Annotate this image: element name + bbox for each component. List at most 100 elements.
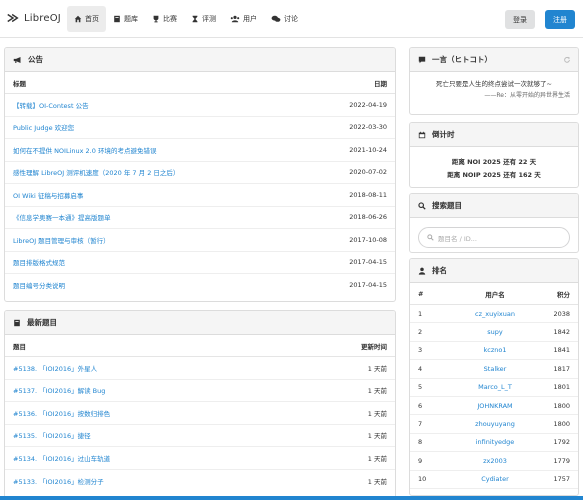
problem-link[interactable]: #5135. 「IOI2016」捷径: [13, 430, 341, 440]
announcement-date: 2022-04-19: [349, 100, 387, 109]
nav-item-problems[interactable]: 题库: [106, 6, 145, 32]
ranking-row: 8 infinityedge 1792: [410, 434, 578, 453]
refresh-icon[interactable]: [563, 56, 571, 64]
rank-number: 7: [418, 420, 423, 429]
announcement-link[interactable]: Public Judge 欢迎您: [13, 122, 341, 132]
home-icon: [74, 15, 82, 23]
nav-item-contests[interactable]: 比赛: [145, 6, 184, 32]
announcement-link[interactable]: 【转载】OI-Contest 公告: [13, 100, 341, 110]
panel-title: 排名: [432, 266, 447, 275]
problem-search-input[interactable]: 题目名 / ID...: [418, 227, 570, 248]
user-score: 1792: [553, 438, 570, 447]
announcements-header: 公告: [5, 48, 395, 72]
table-row: 【转载】OI-Contest 公告 2022-04-19: [5, 94, 395, 117]
panel-title: 公告: [28, 55, 43, 64]
announcement-link[interactable]: 感性理解 LibreOJ 测评机速度（2020 年 7 月 2 日之后）: [13, 167, 341, 177]
problem-link[interactable]: #5133. 「IOI2016」检测分子: [13, 476, 341, 486]
ranking-panel: 排名 # 用户名 积分 1 cz_xuyixuan 2038 2 supy 1842 3 kc…: [409, 258, 579, 496]
user-link[interactable]: Cydiater: [448, 475, 542, 483]
user-score: 1779: [553, 456, 570, 465]
table-row: #5133. 「IOI2016」检测分子 1 天前: [5, 470, 395, 493]
table-row: 如何在不提供 NOILinux 2.0 环境的考点避免错误 2021-10-24: [5, 139, 395, 162]
bottom-accent-bar: [0, 496, 583, 500]
problem-updated-time: 1 天前: [367, 364, 387, 373]
user-link[interactable]: cz_xuyixuan: [448, 310, 542, 318]
nav-item-label: 用户: [243, 15, 257, 23]
announcement-date: 2020-07-02: [349, 168, 387, 177]
user-link[interactable]: Stalker: [448, 365, 542, 373]
user-link[interactable]: Marco_L_T: [448, 383, 542, 391]
col-date: 日期: [374, 79, 387, 88]
search-icon: [427, 234, 434, 241]
nav-item-label: 讨论: [284, 15, 298, 23]
user-link[interactable]: infinityedge: [448, 438, 542, 446]
problem-link[interactable]: #5136. 「IOI2016」按数归排色: [13, 408, 341, 418]
problem-link[interactable]: #5138. 「IOI2016」外星人: [13, 363, 341, 373]
problem-updated-time: 1 天前: [367, 387, 387, 396]
table-row: 感性理解 LibreOJ 测评机速度（2020 年 7 月 2 日之后） 2020…: [5, 162, 395, 184]
announcement-link[interactable]: 题目编号分类说明: [13, 280, 341, 290]
problem-link[interactable]: #5134. 「IOI2016」过山车轨道: [13, 453, 341, 463]
rank-number: 2: [418, 328, 423, 337]
rank-number: 4: [418, 364, 423, 373]
user-link[interactable]: zx2003: [448, 457, 542, 465]
countdown-noip: 距离 NOIP 2025 还有 162 天: [447, 171, 541, 179]
nav-item-home[interactable]: 首页: [67, 6, 106, 32]
nav-menu: 首页 题库 比赛 评测 用户 讨论: [67, 6, 305, 32]
hourglass-icon: [192, 15, 198, 23]
ranking-row: 10 Cydiater 1757: [410, 471, 578, 489]
problem-updated-time: 1 天前: [367, 454, 387, 463]
ranking-row: 5 Marco_L_T 1801: [410, 379, 578, 397]
brand-logo[interactable]: LibreOJ: [6, 11, 61, 25]
user-link[interactable]: JOHNKRAM: [448, 402, 542, 410]
panel-title: 搜索题目: [432, 201, 462, 210]
announcement-date: 2021-10-24: [349, 145, 387, 154]
logo-icon: [7, 13, 19, 23]
table-row: #5138. 「IOI2016」外星人 1 天前: [5, 357, 395, 380]
table-row: #5135. 「IOI2016」捷径 1 天前: [5, 425, 395, 447]
col-title: 题目: [13, 342, 26, 351]
table-header: # 用户名 积分: [410, 283, 578, 305]
problem-link[interactable]: #5137. 「IOI2016」解读 Bug: [13, 385, 341, 395]
search-header: 搜索题目: [410, 194, 578, 218]
rank-number: 1: [418, 309, 423, 318]
announcement-date: 2017-10-08: [349, 235, 387, 244]
rank-number: 6: [418, 401, 423, 410]
nav-item-label: 首页: [85, 15, 99, 23]
announcement-link[interactable]: 题目排版格式规范: [13, 257, 341, 267]
announcement-link[interactable]: LibreOJ 题目管理与审核（暂行）: [13, 235, 341, 245]
table-row: #5136. 「IOI2016」按数归排色 1 天前: [5, 402, 395, 425]
register-button[interactable]: 注册: [545, 10, 575, 29]
brand-name: LibreOJ: [24, 12, 61, 24]
ranking-row: 4 Stalker 1817: [410, 360, 578, 379]
user-link[interactable]: kczno1: [448, 346, 542, 354]
top-navbar: LibreOJ 首页 题库 比赛 评测 用户 讨论 登录 注册: [0, 0, 583, 38]
user-link[interactable]: zhouyuyang: [448, 420, 542, 428]
nav-item-users[interactable]: 用户: [223, 6, 264, 32]
user-link[interactable]: supy: [448, 328, 542, 336]
nav-item-discussion[interactable]: 讨论: [264, 6, 305, 32]
announcement-link[interactable]: 如何在不提供 NOILinux 2.0 环境的考点避免错误: [13, 145, 341, 155]
search-icon: [418, 201, 426, 210]
announcement-link[interactable]: 《信息学奥赛一本通》提高版题单: [13, 212, 341, 222]
countdown-noi: 距离 NOI 2025 还有 22 天: [451, 158, 537, 166]
announcement-date: 2018-08-11: [349, 190, 387, 199]
table-row: #5137. 「IOI2016」解读 Bug 1 天前: [5, 380, 395, 402]
bullhorn-icon: [13, 56, 21, 63]
search-placeholder: 题目名 / ID...: [438, 234, 477, 243]
col-username: 用户名: [485, 290, 505, 299]
user-score: 1841: [553, 346, 570, 355]
quote-source: ——Re：从零开始的异世界生活: [484, 92, 570, 99]
user-score: 1800: [553, 420, 570, 429]
comments-icon: [271, 15, 281, 22]
table-row: LibreOJ 题目管理与审核（暂行） 2017-10-08: [5, 229, 395, 252]
login-button[interactable]: 登录: [505, 10, 535, 29]
rank-number: 5: [418, 383, 423, 392]
announcements-panel: 公告 标题 日期 【转载】OI-Contest 公告 2022-04-19 Publ…: [4, 47, 396, 302]
book-icon: [14, 319, 20, 326]
panel-title: 一言（ヒトコト）: [432, 55, 492, 64]
announcement-link[interactable]: OI Wiki 征稿与招募启事: [13, 190, 341, 200]
nav-item-submissions[interactable]: 评测: [184, 6, 223, 32]
ranking-row: 7 zhouyuyang 1800: [410, 415, 578, 434]
user-score: 1800: [553, 401, 570, 410]
